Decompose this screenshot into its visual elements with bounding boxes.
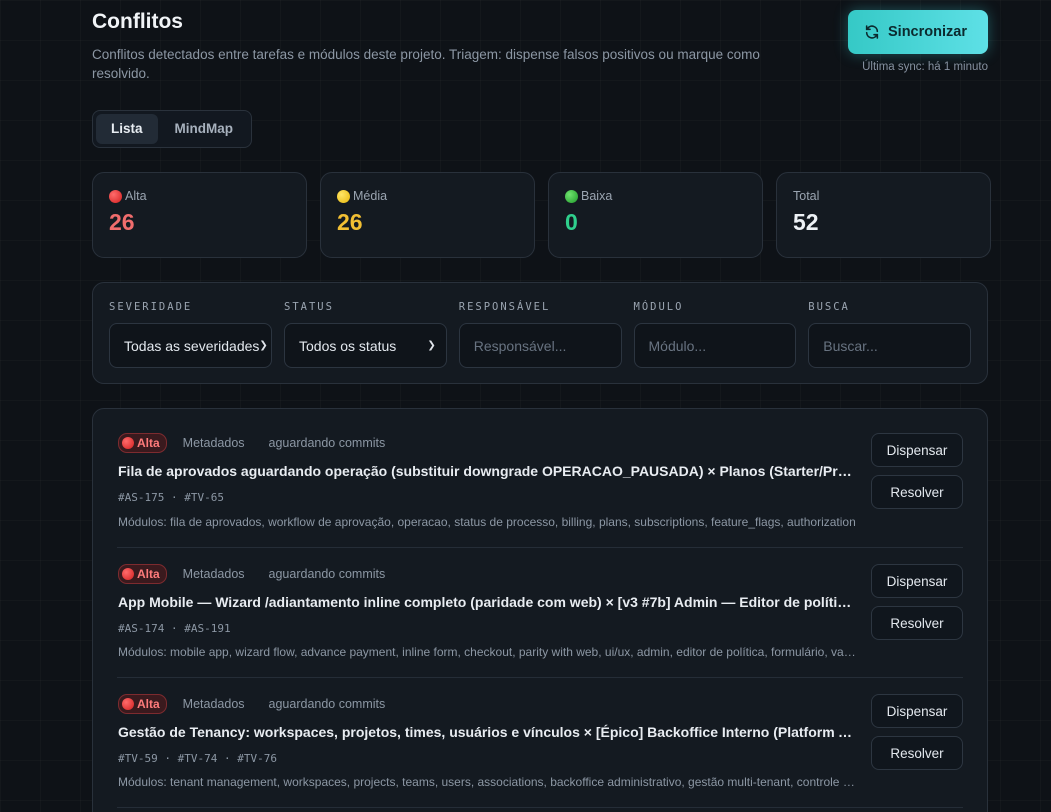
status-select[interactable]: Todos os status ❯ [284, 323, 447, 368]
conflict-item[interactable]: Alta Metadados aguardando commits Fila d… [117, 409, 963, 548]
select-value: Todas as severidades [124, 337, 260, 354]
filter-label: BUSCA [808, 301, 850, 313]
chevron-down-icon: ❯ [427, 340, 436, 351]
stat-label: Média [353, 189, 388, 203]
page-header: Conflitos Conflitos detectados entre tar… [92, 8, 988, 83]
stat-value: 26 [109, 209, 135, 235]
dismiss-button[interactable]: Dispensar [871, 564, 963, 598]
sync-area: Sincronizar Última sync: há 1 minuto [848, 10, 988, 73]
sync-button-label: Sincronizar [888, 24, 967, 40]
select-value: Todos os status [299, 337, 397, 354]
stat-value: 26 [337, 209, 363, 235]
conflict-item[interactable]: Alta Metadados aguardando commits Gestão… [117, 678, 963, 808]
conflict-title: Fila de aprovados aguardando operação (s… [118, 463, 858, 479]
tab-mindmap[interactable]: MindMap [160, 114, 249, 144]
conflict-list: Alta Metadados aguardando commits Fila d… [92, 408, 988, 812]
red-circle-icon [109, 189, 122, 203]
yellow-circle-icon [337, 189, 350, 203]
filters-panel: SEVERIDADE Todas as severidades ❯ STATUS… [92, 282, 988, 384]
filter-label: SEVERIDADE [109, 301, 193, 313]
dismiss-button[interactable]: Dispensar [871, 694, 963, 728]
search-input[interactable]: Buscar... [808, 323, 971, 368]
conflict-meta: Alta Metadados aguardando commits [118, 694, 409, 714]
refresh-icon [865, 25, 879, 39]
conflict-modules: Módulos: mobile app, wizard flow, advanc… [118, 645, 858, 659]
conflict-actions: Dispensar Resolver [871, 433, 963, 509]
filter-label: RESPONSÁVEL [458, 301, 551, 313]
stat-label: Alta [125, 189, 147, 203]
conflict-actions: Dispensar Resolver [871, 564, 963, 640]
severity-badge: Alta [118, 433, 167, 453]
conflict-type: Metadados [182, 436, 245, 450]
conflict-item[interactable]: Alta Metadados aguardando commits App Mo… [117, 548, 963, 678]
resolve-button[interactable]: Resolver [871, 736, 963, 770]
last-sync-text: Última sync: há 1 minuto [862, 61, 988, 73]
resolve-button[interactable]: Resolver [871, 606, 963, 640]
conflict-state: aguardando commits [268, 436, 386, 450]
red-circle-icon [122, 437, 134, 449]
conflict-modules: Módulos: tenant management, workspaces, … [118, 775, 858, 789]
page-subtitle: Conflitos detectados entre tarefas e mód… [92, 47, 760, 81]
severity-select[interactable]: Todas as severidades ❯ [109, 323, 272, 368]
conflict-meta: Alta Metadados aguardando commits [118, 433, 409, 453]
module-input[interactable]: Módulo... [633, 323, 797, 368]
red-circle-icon [122, 568, 134, 580]
conflict-meta: Alta Metadados aguardando commits [118, 564, 409, 584]
conflict-type: Metadados [182, 567, 245, 581]
red-circle-icon [122, 698, 134, 710]
tab-lista[interactable]: Lista [96, 114, 158, 144]
conflict-type: Metadados [182, 697, 245, 711]
conflicts-page: Conflitos Conflitos detectados entre tar… [0, 0, 1051, 812]
owner-filter: RESPONSÁVEL Responsável... [458, 301, 622, 368]
conflict-ids: #AS-175 · #TV-65 [118, 491, 224, 504]
stat-card-total: Total 52 [776, 172, 991, 258]
conflict-ids: #AS-174 · #AS-191 [118, 622, 231, 635]
filter-label: STATUS [284, 301, 334, 313]
status-filter: STATUS Todos os status ❯ [284, 301, 447, 368]
stat-value: 0 [565, 209, 578, 235]
conflict-title: App Mobile — Wizard /adiantamento inline… [118, 594, 858, 610]
module-filter: MÓDULO Módulo... [633, 301, 797, 368]
stat-value: 52 [793, 209, 819, 235]
severity-filter: SEVERIDADE Todas as severidades ❯ [109, 301, 272, 368]
conflict-title: Gestão de Tenancy: workspaces, projetos,… [118, 724, 858, 740]
resolve-button[interactable]: Resolver [871, 475, 963, 509]
severity-badge: Alta [118, 694, 167, 714]
filter-label: MÓDULO [633, 301, 684, 313]
conflict-state: aguardando commits [268, 697, 386, 711]
stat-label: Total [793, 189, 820, 203]
dismiss-button[interactable]: Dispensar [871, 433, 963, 467]
stat-card-media: Média 26 [320, 172, 535, 258]
severity-stats: Alta 26 Média 26 Baixa 0 Total 52 [92, 172, 991, 258]
stat-label: Baixa [581, 189, 613, 203]
sync-button[interactable]: Sincronizar [848, 10, 988, 54]
conflict-actions: Dispensar Resolver [871, 694, 963, 770]
owner-input[interactable]: Responsável... [458, 323, 622, 368]
conflict-state: aguardando commits [268, 567, 386, 581]
conflict-ids: #TV-59 · #TV-74 · #TV-76 [118, 752, 277, 765]
severity-badge: Alta [118, 564, 167, 584]
stat-card-baixa: Baixa 0 [548, 172, 763, 258]
view-tabs: Lista MindMap [92, 110, 253, 148]
conflict-modules: Módulos: fila de aprovados, workflow de … [118, 515, 856, 529]
stat-card-alta: Alta 26 [92, 172, 307, 258]
chevron-down-icon: ❯ [259, 340, 268, 351]
search-filter: BUSCA Buscar... [808, 301, 971, 368]
green-circle-icon [565, 189, 578, 203]
